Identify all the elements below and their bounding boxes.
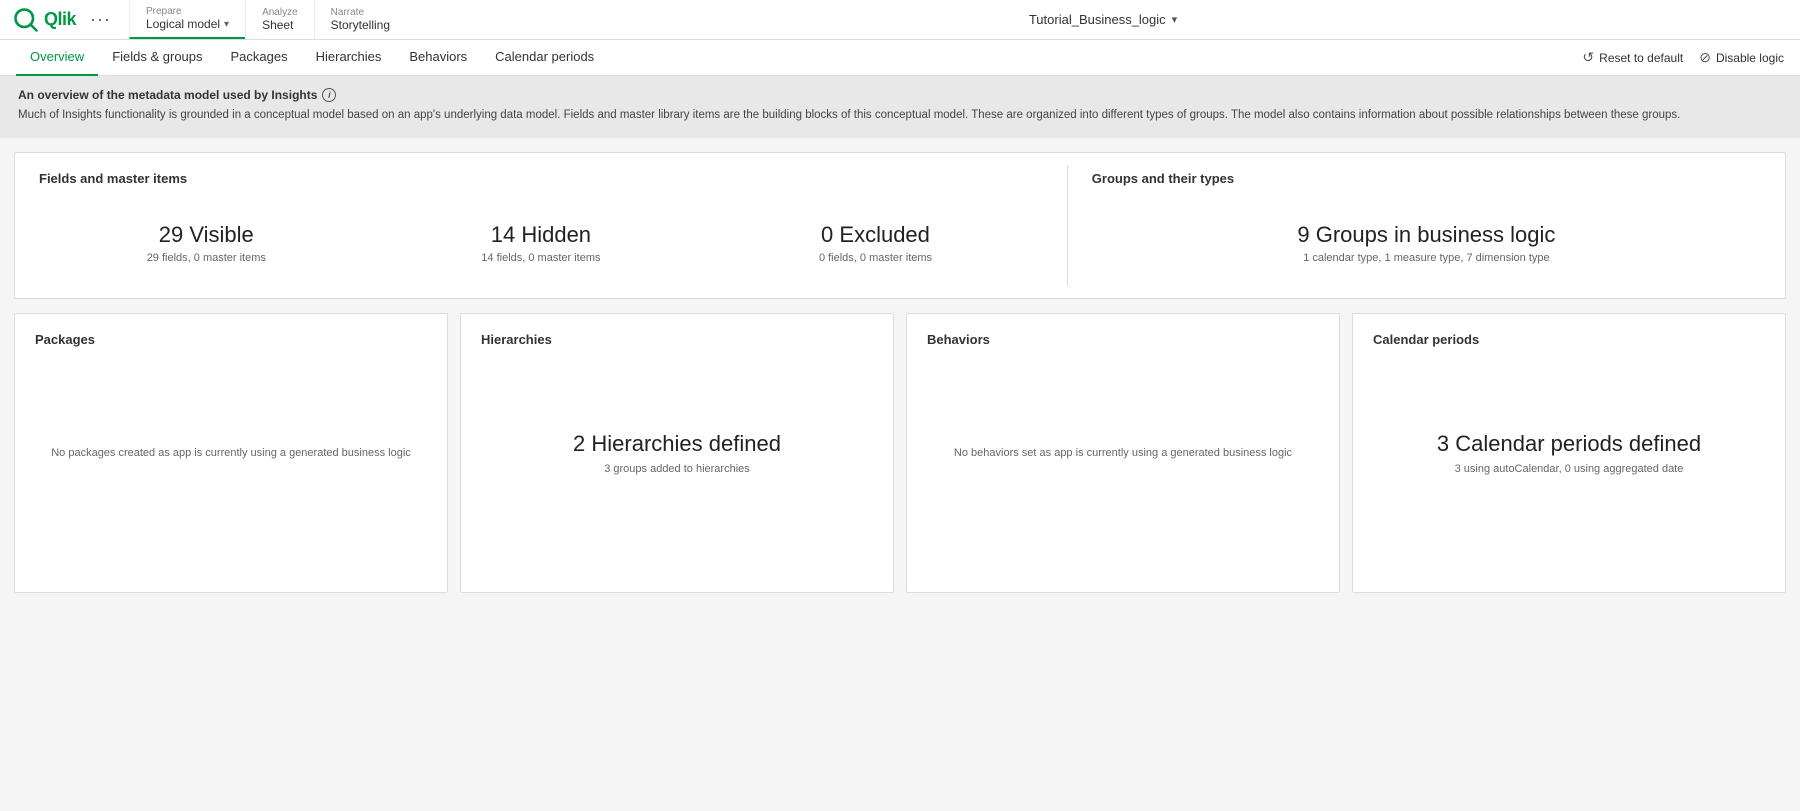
app-title-arrow: ▾: [1172, 13, 1178, 26]
stat-visible-label: 29 fields, 0 master items: [39, 252, 374, 264]
hierarchies-card-content: 2 Hierarchies defined 3 groups added to …: [481, 363, 873, 543]
hierarchies-stat-sub: 3 groups added to hierarchies: [573, 463, 781, 475]
stat-groups: 9 Groups in business logic 1 calendar ty…: [1092, 222, 1761, 264]
packages-card: Packages No packages created as app is c…: [14, 313, 448, 593]
behaviors-card-content: No behaviors set as app is currently usi…: [927, 363, 1319, 543]
info-icon[interactable]: i: [322, 88, 336, 102]
analyze-label: Analyze: [262, 7, 298, 18]
calendar-periods-card-title: Calendar periods: [1373, 332, 1765, 347]
groups-card-title: Groups and their types: [1092, 171, 1761, 186]
stat-visible-value: 29 Visible: [39, 222, 374, 248]
top-bar: Qlik ··· Prepare Logical model ▾ Analyze…: [0, 0, 1800, 40]
behaviors-stat-sub: No behaviors set as app is currently usi…: [954, 447, 1292, 459]
behaviors-card: Behaviors No behaviors set as app is cur…: [906, 313, 1340, 593]
stat-hidden: 14 Hidden 14 fields, 0 master items: [374, 222, 709, 264]
dots-menu[interactable]: ···: [84, 5, 117, 34]
stat-excluded-label: 0 fields, 0 master items: [708, 252, 1043, 264]
tabs-bar: Overview Fields & groups Packages Hierar…: [0, 40, 1800, 76]
hierarchies-stat-big: 2 Hierarchies defined: [573, 431, 781, 457]
qlik-logo-icon: [12, 6, 40, 34]
analyze-nav[interactable]: Analyze Sheet: [245, 0, 314, 39]
narrate-value: Storytelling: [331, 18, 390, 32]
calendar-periods-card-content: 3 Calendar periods defined 3 using autoC…: [1373, 363, 1765, 543]
calendar-periods-card: Calendar periods 3 Calendar periods defi…: [1352, 313, 1786, 593]
info-banner-text: Much of Insights functionality is ground…: [18, 107, 1782, 124]
hierarchies-card-title: Hierarchies: [481, 332, 873, 347]
tab-behaviors[interactable]: Behaviors: [395, 40, 481, 76]
info-banner-title: An overview of the metadata model used b…: [18, 88, 1782, 102]
app-title[interactable]: Tutorial_Business_logic ▾: [1029, 12, 1177, 27]
disable-logic-button[interactable]: ⊘ Disable logic: [1699, 49, 1784, 66]
tab-overview[interactable]: Overview: [16, 40, 98, 76]
prepare-value: Logical model ▾: [146, 17, 229, 31]
groups-stats-row: 9 Groups in business logic 1 calendar ty…: [1092, 206, 1761, 280]
top-bar-left: Qlik ···: [0, 0, 129, 39]
stat-visible: 29 Visible 29 fields, 0 master items: [39, 222, 374, 264]
stat-hidden-label: 14 fields, 0 master items: [374, 252, 709, 264]
qlik-logo-text: Qlik: [44, 9, 76, 30]
prepare-label: Prepare: [146, 6, 229, 17]
calendar-periods-stat-big: 3 Calendar periods defined: [1437, 431, 1701, 457]
stat-groups-label: 1 calendar type, 1 measure type, 7 dimen…: [1092, 252, 1761, 264]
hierarchies-card: Hierarchies 2 Hierarchies defined 3 grou…: [460, 313, 894, 593]
fields-card: Fields and master items 29 Visible 29 fi…: [15, 153, 1067, 298]
reset-icon: ↺: [1582, 49, 1594, 66]
stat-groups-value: 9 Groups in business logic: [1092, 222, 1761, 248]
prepare-nav[interactable]: Prepare Logical model ▾: [129, 0, 245, 39]
packages-stat-sub: No packages created as app is currently …: [51, 447, 411, 459]
reset-to-default-button[interactable]: ↺ Reset to default: [1582, 49, 1683, 66]
info-banner: An overview of the metadata model used b…: [0, 76, 1800, 138]
packages-card-content: No packages created as app is currently …: [35, 363, 427, 543]
fields-card-title: Fields and master items: [39, 171, 1043, 186]
top-cards-row: Fields and master items 29 Visible 29 fi…: [14, 152, 1786, 299]
tabs-bar-right: ↺ Reset to default ⊘ Disable logic: [1582, 49, 1784, 66]
disable-icon: ⊘: [1699, 49, 1711, 66]
tab-hierarchies[interactable]: Hierarchies: [302, 40, 396, 76]
app-title-text: Tutorial_Business_logic: [1029, 12, 1166, 27]
narrate-nav[interactable]: Narrate Storytelling: [314, 0, 406, 39]
main-content: Fields and master items 29 Visible 29 fi…: [0, 138, 1800, 607]
tab-calendar-periods[interactable]: Calendar periods: [481, 40, 608, 76]
top-bar-center: Tutorial_Business_logic ▾: [406, 0, 1800, 39]
stat-hidden-value: 14 Hidden: [374, 222, 709, 248]
qlik-logo[interactable]: Qlik: [12, 6, 76, 34]
calendar-periods-stat-sub: 3 using autoCalendar, 0 using aggregated…: [1437, 463, 1701, 475]
narrate-label: Narrate: [331, 7, 390, 18]
prepare-dropdown-arrow: ▾: [224, 19, 229, 30]
tab-fields-groups[interactable]: Fields & groups: [98, 40, 216, 76]
packages-card-title: Packages: [35, 332, 427, 347]
fields-stats-row: 29 Visible 29 fields, 0 master items 14 …: [39, 206, 1043, 280]
tab-packages[interactable]: Packages: [217, 40, 302, 76]
stat-excluded-value: 0 Excluded: [708, 222, 1043, 248]
analyze-value: Sheet: [262, 18, 298, 32]
groups-card: Groups and their types 9 Groups in busin…: [1068, 153, 1785, 298]
stat-excluded: 0 Excluded 0 fields, 0 master items: [708, 222, 1043, 264]
behaviors-card-title: Behaviors: [927, 332, 1319, 347]
bottom-cards-row: Packages No packages created as app is c…: [14, 313, 1786, 593]
